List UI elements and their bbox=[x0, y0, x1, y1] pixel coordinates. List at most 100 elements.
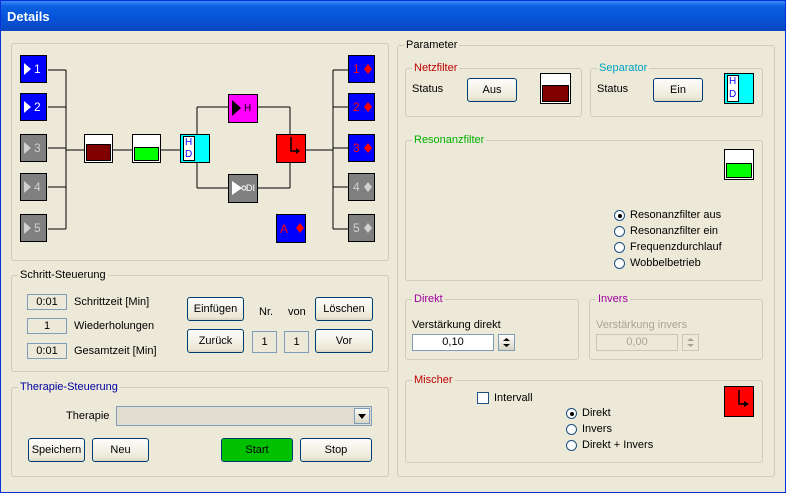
separator-ein-button[interactable]: Ein bbox=[653, 78, 703, 102]
input-tile-label: 3 bbox=[34, 141, 41, 155]
direkt-legend: Direkt bbox=[414, 293, 443, 305]
loeschen-button[interactable]: Löschen bbox=[315, 297, 373, 321]
output-tile-2[interactable]: 2 bbox=[348, 93, 375, 121]
resonanzfilter-radio-2[interactable] bbox=[614, 226, 625, 237]
mixer-icon bbox=[290, 137, 300, 154]
details-window: Details 1 2 3 4 5 1 2 3 4 5 H D H DI A S… bbox=[0, 0, 786, 493]
resonanzfilter-group: Resonanzfilter bbox=[405, 134, 763, 281]
von-value: 1 bbox=[284, 331, 309, 353]
output-tile-3[interactable]: 3 bbox=[348, 134, 375, 162]
hd-bottom-label: D bbox=[729, 89, 737, 100]
mischer-radio-3[interactable] bbox=[566, 440, 577, 451]
indicator-fill bbox=[726, 163, 752, 178]
separator-hd-indicator: H D bbox=[724, 73, 754, 104]
output-tile-label: 1 bbox=[353, 62, 360, 76]
zurueck-button[interactable]: Zurück bbox=[187, 329, 244, 353]
verstaerkung-direkt-input[interactable]: 0,10 bbox=[412, 334, 494, 351]
a-output-tile[interactable]: A bbox=[276, 214, 306, 243]
di-filter-tile[interactable]: DI bbox=[228, 174, 258, 203]
h-label: H bbox=[244, 103, 252, 114]
netzfilter-aus-button[interactable]: Aus bbox=[467, 78, 517, 102]
therapie-label: Therapie bbox=[66, 410, 110, 422]
netzfilter-status-label: Status bbox=[412, 83, 444, 95]
direkt-spinner[interactable] bbox=[498, 334, 515, 351]
resonanzfilter-option-label: Resonanzfilter aus bbox=[630, 209, 722, 221]
resonanz-indicator[interactable] bbox=[132, 134, 161, 163]
spinner-arrows-icon bbox=[503, 338, 510, 347]
netzfilter-legend: Netzfilter bbox=[414, 62, 458, 74]
spinner-arrows-icon bbox=[687, 338, 694, 347]
mischer-option-label: Invers bbox=[582, 423, 612, 435]
input-tile-1[interactable]: 1 bbox=[20, 55, 47, 83]
hd-top-label: H bbox=[185, 137, 193, 148]
mischer-legend: Mischer bbox=[414, 374, 453, 386]
invers-legend: Invers bbox=[598, 293, 628, 305]
separator-status-label: Status bbox=[597, 83, 629, 95]
verstaerkung-invers-input: 0,00 bbox=[596, 334, 678, 351]
schritt-steuerung-legend: Schritt-Steuerung bbox=[20, 269, 106, 281]
indicator-fill bbox=[86, 144, 111, 161]
input-tile-label: 2 bbox=[34, 100, 41, 114]
indicator-fill bbox=[134, 147, 159, 161]
input-tile-4[interactable]: 4 bbox=[20, 173, 47, 201]
therapie-steuerung-legend: Therapie-Steuerung bbox=[20, 381, 118, 393]
output-tile-1[interactable]: 1 bbox=[348, 55, 375, 83]
input-tile-label: 4 bbox=[34, 180, 41, 194]
verstaerkung-direkt-label: Verstärkung direkt bbox=[412, 319, 501, 331]
mischer-radio-2[interactable] bbox=[566, 424, 577, 435]
mixer-icon bbox=[738, 390, 749, 407]
indicator-fill bbox=[542, 85, 569, 102]
resonanzfilter-radio-4[interactable] bbox=[614, 258, 625, 269]
input-tile-label: 1 bbox=[34, 62, 41, 76]
output-tile-label: 3 bbox=[353, 141, 360, 155]
dropdown-button[interactable] bbox=[354, 408, 370, 424]
mischer-indicator bbox=[724, 386, 754, 417]
output-tile-4[interactable]: 4 bbox=[348, 173, 375, 201]
output-tile-5[interactable]: 5 bbox=[348, 214, 375, 242]
play-arrow-icon bbox=[232, 100, 241, 116]
einfuegen-button[interactable]: Einfügen bbox=[187, 297, 244, 321]
mixer-tile[interactable] bbox=[276, 134, 306, 163]
neu-button[interactable]: Neu bbox=[92, 438, 149, 462]
speichern-button[interactable]: Speichern bbox=[28, 438, 85, 462]
hd-top-label: H bbox=[729, 76, 737, 87]
resonanzfilter-radio-1[interactable] bbox=[614, 210, 625, 221]
vor-button[interactable]: Vor bbox=[315, 329, 373, 353]
resonanzfilter-option-label: Resonanzfilter ein bbox=[630, 225, 719, 237]
invers-spinner bbox=[682, 334, 699, 351]
stop-button[interactable]: Stop bbox=[300, 438, 372, 462]
h-filter-tile[interactable]: H bbox=[228, 94, 258, 123]
output-tile-label: 4 bbox=[353, 180, 360, 194]
resonanzfilter-option-label: Wobbelbetrieb bbox=[630, 257, 701, 269]
von-label: von bbox=[288, 306, 306, 318]
input-tile-3[interactable]: 3 bbox=[20, 134, 47, 162]
mischer-option-label: Direkt bbox=[582, 407, 611, 419]
window-title: Details bbox=[7, 9, 50, 24]
gesamtzeit-value: 0:01 bbox=[27, 343, 67, 359]
start-button[interactable]: Start bbox=[221, 438, 293, 462]
mischer-option-label: Direkt + Invers bbox=[582, 439, 654, 451]
output-tile-label: 5 bbox=[353, 221, 360, 235]
therapie-select[interactable] bbox=[116, 406, 372, 426]
separator-legend: Separator bbox=[599, 62, 648, 74]
input-tile-label: 5 bbox=[34, 221, 41, 235]
nr-value: 1 bbox=[252, 331, 277, 353]
hd-bottom-label: D bbox=[185, 149, 193, 160]
schrittzeit-label: Schrittzeit [Min] bbox=[74, 296, 150, 308]
resonanzfilter-legend: Resonanzfilter bbox=[414, 134, 485, 146]
di-label: DI bbox=[246, 183, 255, 193]
input-tile-5[interactable]: 5 bbox=[20, 214, 47, 242]
resonanzfilter-radio-3[interactable] bbox=[614, 242, 625, 253]
separator-hd-tile[interactable]: H D bbox=[180, 134, 210, 163]
schrittzeit-value: 0:01 bbox=[27, 294, 67, 310]
title-bar: Details bbox=[1, 1, 785, 31]
intervall-label: Intervall bbox=[494, 392, 533, 404]
wiederholungen-label: Wiederholungen bbox=[74, 320, 155, 332]
mischer-radio-1[interactable] bbox=[566, 408, 577, 419]
resonanzfilter-option-label: Frequenzdurchlauf bbox=[630, 241, 722, 253]
intervall-checkbox[interactable] bbox=[477, 392, 489, 404]
therapie-steuerung-group: Therapie-Steuerung bbox=[11, 381, 389, 477]
parameter-legend: Parameter bbox=[406, 39, 458, 51]
netzfilter-indicator[interactable] bbox=[84, 134, 113, 163]
input-tile-2[interactable]: 2 bbox=[20, 93, 47, 121]
